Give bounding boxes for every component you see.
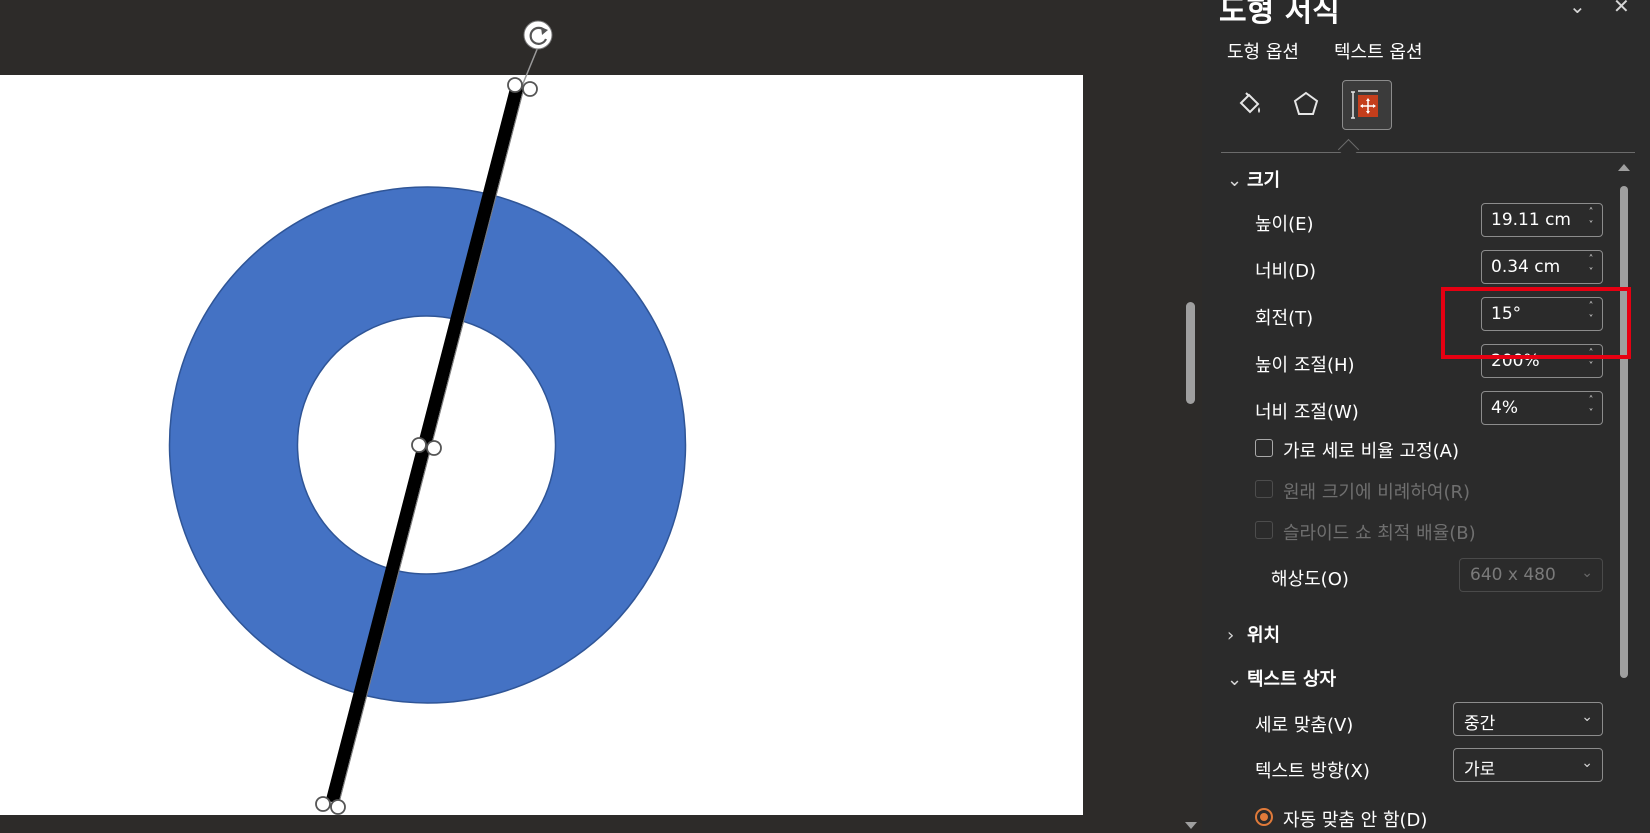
canvas-scroll-thumb[interactable] bbox=[1186, 302, 1195, 404]
autofit-none-radio[interactable] bbox=[1255, 808, 1273, 826]
section-size-header[interactable]: ⌄ 크기 bbox=[1227, 166, 1280, 192]
close-icon[interactable]: ✕ bbox=[1613, 0, 1630, 18]
height-value[interactable]: 19.11 cm bbox=[1491, 210, 1571, 230]
pane-scroll-thumb[interactable] bbox=[1620, 186, 1628, 678]
chevron-down-icon: ⌄ bbox=[1581, 565, 1593, 581]
category-pointer bbox=[1337, 138, 1360, 161]
chevron-down-icon: ⌄ bbox=[1227, 669, 1243, 690]
selection-handle[interactable] bbox=[426, 440, 442, 456]
width-label: 너비(D) bbox=[1255, 261, 1317, 282]
relative-original-checkbox bbox=[1255, 480, 1273, 498]
rotation-connector bbox=[521, 46, 539, 87]
chevron-down-icon: ⌄ bbox=[1227, 170, 1243, 191]
selection-handle[interactable] bbox=[411, 437, 427, 453]
scale-width-field[interactable]: 4% ˄ ˅ bbox=[1481, 391, 1603, 425]
relative-original-label: 원래 크기에 비례하여(R) bbox=[1283, 482, 1471, 503]
chevron-right-icon: › bbox=[1227, 625, 1235, 646]
canvas-vertical-scrollbar[interactable] bbox=[1178, 0, 1202, 833]
section-textbox-title: 텍스트 상자 bbox=[1247, 669, 1337, 690]
height-field[interactable]: 19.11 cm ˄ ˅ bbox=[1481, 203, 1603, 237]
pane-scrollbar[interactable] bbox=[1615, 160, 1633, 833]
rotation-highlight-box bbox=[1441, 287, 1631, 359]
chevron-down-icon[interactable]: ⌄ bbox=[1581, 709, 1593, 725]
resolution-value: 640 x 480 bbox=[1470, 565, 1556, 585]
resolution-select: 640 x 480 ⌄ bbox=[1459, 558, 1603, 592]
section-size-title: 크기 bbox=[1247, 170, 1281, 191]
resolution-label: 해상도(O) bbox=[1271, 569, 1349, 590]
scale-width-value[interactable]: 4% bbox=[1491, 398, 1518, 418]
section-textbox-header[interactable]: ⌄ 텍스트 상자 bbox=[1227, 665, 1336, 691]
vertical-align-label: 세로 맞춤(V) bbox=[1255, 715, 1354, 736]
tab-shape-options[interactable]: 도형 옵션 bbox=[1227, 38, 1299, 64]
selection-handle[interactable] bbox=[507, 77, 523, 93]
text-direction-value[interactable]: 가로 bbox=[1464, 755, 1495, 780]
selection-handle[interactable] bbox=[315, 796, 331, 812]
best-scale-checkbox bbox=[1255, 521, 1273, 539]
spin-arrows-icon[interactable]: ˄ ˅ bbox=[1586, 394, 1596, 420]
size-properties-icon[interactable] bbox=[1342, 80, 1392, 130]
best-scale-label: 슬라이드 쇼 최적 배율(B) bbox=[1283, 523, 1476, 544]
rotate-handle-icon[interactable] bbox=[523, 20, 553, 50]
scale-height-label: 높이 조절(H) bbox=[1255, 355, 1355, 376]
lock-aspect-label[interactable]: 가로 세로 비율 고정(A) bbox=[1283, 437, 1459, 463]
spin-arrows-icon[interactable]: ˄ ˅ bbox=[1586, 206, 1596, 232]
autofit-none-label[interactable]: 자동 맞춤 안 함(D) bbox=[1283, 806, 1427, 832]
fill-bucket-icon[interactable] bbox=[1226, 80, 1274, 128]
format-shape-pane: 도형 서식 ⌄ ✕ 도형 옵션 텍스트 옵션 ⌄ 크기 높이(E) 19.11 … bbox=[1205, 0, 1650, 833]
section-position-header[interactable]: › 위치 bbox=[1227, 621, 1280, 647]
section-position-title: 위치 bbox=[1247, 625, 1281, 646]
category-divider bbox=[1221, 152, 1635, 153]
text-direction-label: 텍스트 방향(X) bbox=[1255, 761, 1370, 782]
chevron-down-icon[interactable]: ⌄ bbox=[1581, 755, 1593, 771]
width-value[interactable]: 0.34 cm bbox=[1491, 257, 1560, 277]
text-direction-select[interactable]: 가로 ⌄ bbox=[1453, 748, 1603, 782]
scroll-up-arrow-icon[interactable] bbox=[1618, 164, 1630, 171]
slide-canvas-area bbox=[0, 0, 1178, 833]
scale-width-label: 너비 조절(W) bbox=[1255, 402, 1359, 423]
scroll-down-arrow-icon[interactable] bbox=[1185, 822, 1197, 829]
vertical-align-select[interactable]: 중간 ⌄ bbox=[1453, 702, 1603, 736]
pane-title: 도형 서식 bbox=[1219, 0, 1340, 29]
lock-aspect-checkbox[interactable] bbox=[1255, 439, 1273, 457]
tab-text-options[interactable]: 텍스트 옵션 bbox=[1334, 38, 1423, 64]
pane-options-chevron-icon[interactable]: ⌄ bbox=[1569, 0, 1586, 18]
selection-handle[interactable] bbox=[522, 81, 538, 97]
vertical-align-value[interactable]: 중간 bbox=[1464, 709, 1495, 734]
pentagon-icon[interactable] bbox=[1282, 80, 1330, 128]
selection-handle[interactable] bbox=[330, 799, 346, 815]
spin-arrows-icon[interactable]: ˄ ˅ bbox=[1586, 253, 1596, 279]
width-field[interactable]: 0.34 cm ˄ ˅ bbox=[1481, 250, 1603, 284]
rotation-label: 회전(T) bbox=[1255, 308, 1314, 329]
slide-shapes bbox=[168, 20, 687, 815]
height-label: 높이(E) bbox=[1255, 214, 1314, 235]
